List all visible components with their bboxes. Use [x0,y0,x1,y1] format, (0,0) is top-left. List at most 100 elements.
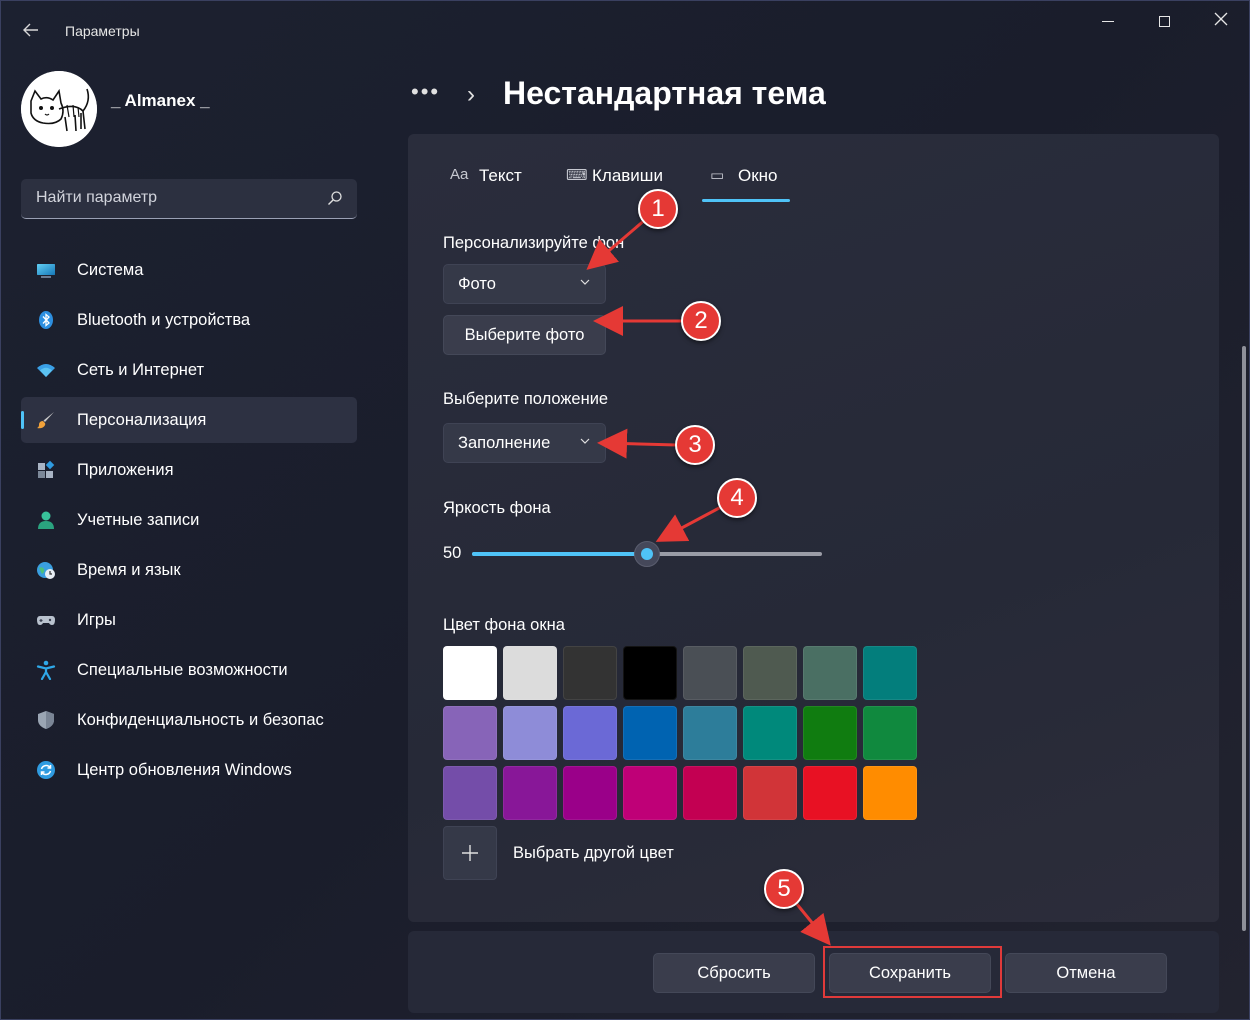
sidebar-item-label: Специальные возможности [77,661,288,679]
breadcrumb-more-button[interactable]: ••• [411,79,440,105]
color-swatch[interactable] [683,706,737,760]
user-name: _ Almanex _ [111,91,210,110]
minimize-icon[interactable] [1093,11,1123,33]
window-color-label: Цвет фона окна [443,616,565,634]
title-bar: Параметры [1,1,1250,63]
annotation-badge-3: 3 [675,425,715,465]
choose-photo-button[interactable]: Выберите фото [443,315,606,355]
color-swatch[interactable] [503,766,557,820]
breadcrumb-separator: › [467,81,475,108]
sidebar-item-gaming[interactable]: Игры [21,597,357,643]
tab-label: Окно [738,166,778,185]
back-arrow-icon[interactable] [19,21,43,45]
sidebar-item-label: Игры [77,611,116,629]
chevron-down-icon [580,438,590,444]
slider-thumb[interactable] [634,541,660,567]
sidebar-item-windows-update[interactable]: Центр обновления Windows [21,747,357,793]
sidebar-item-label: Приложения [77,461,174,479]
globe-clock-icon [37,562,55,579]
person-icon [38,511,54,529]
keyboard-icon: ⌨ [566,167,588,184]
sidebar-item-time-language[interactable]: Время и язык [21,547,357,593]
chevron-down-icon [580,279,590,285]
custom-color-label[interactable]: Выбрать другой цвет [513,844,674,863]
brightness-slider[interactable] [472,541,822,567]
shield-icon [38,711,54,729]
annotation-badge-1: 1 [638,189,678,229]
sidebar-item-accounts[interactable]: Учетные записи [21,497,357,543]
sidebar-item-label: Центр обновления Windows [77,761,292,779]
color-swatch[interactable] [683,646,737,700]
color-swatch[interactable] [623,766,677,820]
footer-bar: Сбросить Сохранить Отмена [408,931,1219,1013]
search-icon[interactable] [327,190,343,206]
position-dropdown[interactable]: Заполнение [443,423,606,463]
sidebar-item-accessibility[interactable]: Специальные возможности [21,647,357,693]
sidebar-item-system[interactable]: Система [21,247,357,293]
sidebar-item-apps[interactable]: Приложения [21,447,357,493]
sidebar-item-label: Время и язык [77,561,181,579]
scrollbar[interactable] [1242,346,1246,931]
tab-window[interactable]: ▭ Окно [710,164,790,204]
color-swatch[interactable] [863,706,917,760]
search-input[interactable] [21,179,321,217]
color-swatch[interactable] [743,646,797,700]
sidebar-item-label: Учетные записи [77,511,200,529]
maximize-icon[interactable] [1149,11,1179,33]
wifi-icon [37,364,55,377]
reset-button[interactable]: Сбросить [653,953,815,993]
color-swatch[interactable] [743,766,797,820]
color-swatch[interactable] [743,706,797,760]
color-swatch[interactable] [623,646,677,700]
app-title: Параметры [65,23,140,39]
search-box[interactable] [21,179,357,219]
tab-label: Клавиши [592,166,663,185]
tab-text[interactable]: Aa Текст [450,164,540,204]
color-swatch[interactable] [803,706,857,760]
update-icon [37,761,55,779]
sidebar-nav: Система Bluetooth и устройства Сеть и Ин… [21,247,357,797]
avatar[interactable] [21,71,97,147]
color-swatch[interactable] [443,646,497,700]
background-type-dropdown[interactable]: Фото [443,264,606,304]
page-title: Нестандартная тема [503,75,826,111]
color-swatch[interactable] [683,766,737,820]
brush-icon [37,412,54,429]
color-swatch[interactable] [623,706,677,760]
sidebar-item-label: Конфиденциальность и безопас [77,711,324,729]
sidebar-item-label: Bluetooth и устройства [77,311,251,329]
color-swatch[interactable] [563,766,617,820]
color-swatch[interactable] [443,766,497,820]
color-swatch[interactable] [503,646,557,700]
sidebar-item-bluetooth[interactable]: Bluetooth и устройства [21,297,357,343]
slider-fill [472,552,647,556]
plus-icon [462,845,478,861]
apps-icon [38,460,55,478]
save-highlight-box [823,946,1002,998]
sidebar-item-network[interactable]: Сеть и Интернет [21,347,357,393]
tab-selected-indicator [702,199,790,202]
annotation-badge-2: 2 [681,301,721,341]
color-swatch[interactable] [503,706,557,760]
color-swatch[interactable] [563,646,617,700]
sidebar-item-label: Система [77,261,144,279]
theme-editor-panel: Aa Текст ⌨ Клавиши ▭ Окно Персонализируй… [408,134,1219,922]
custom-color-button[interactable] [443,826,497,880]
color-swatch[interactable] [803,766,857,820]
brightness-value: 50 [443,544,462,562]
bluetooth-icon [39,311,53,329]
cat-avatar [21,71,97,147]
close-icon[interactable] [1206,11,1236,33]
sidebar-item-personalization[interactable]: Персонализация [21,397,357,443]
color-swatch[interactable] [863,766,917,820]
cancel-button[interactable]: Отмена [1005,953,1167,993]
color-swatch[interactable] [803,646,857,700]
color-swatch[interactable] [863,646,917,700]
dropdown-value: Заполнение [458,434,551,452]
sidebar-item-label: Сеть и Интернет [77,361,205,379]
sidebar-item-label: Персонализация [77,411,207,429]
sidebar-item-privacy[interactable]: Конфиденциальность и безопас [21,697,357,743]
background-label: Персонализируйте фон [443,234,625,252]
color-swatch[interactable] [563,706,617,760]
color-swatch[interactable] [443,706,497,760]
